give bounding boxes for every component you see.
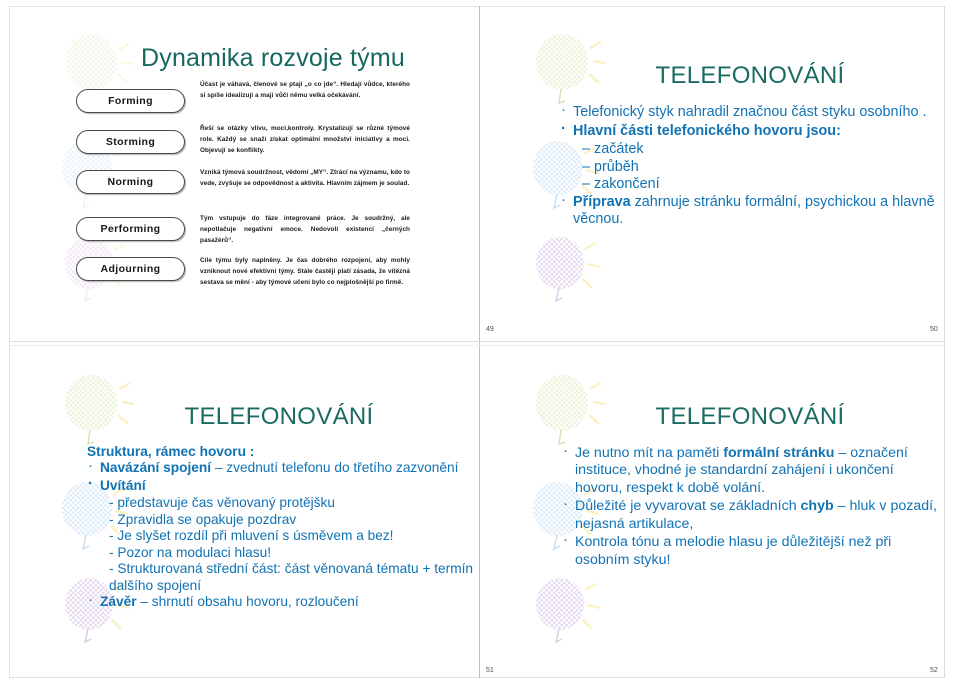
stage-desc-performing: Tým vstupuje do fáze integrované práce. …: [200, 215, 410, 245]
bullet-item: Kontrola tónu a melodie hlasu je důležit…: [562, 531, 944, 569]
bullet-item: Důležité je vyvarovat se základních chyb…: [562, 495, 944, 533]
sub-item: - Je slyšet rozdíl při mluvení s úsměvem…: [109, 528, 394, 544]
bullet-bold-lead: Příprava: [573, 193, 631, 210]
stage-box-storming[interactable]: Storming: [76, 130, 185, 154]
stage-desc-adjourning: Cíle týmu byly naplněny. Je čas dobrého …: [200, 257, 410, 287]
stage-desc-storming: Řeší se otázky vlivu, moci,kontroly. Kry…: [200, 125, 410, 155]
stage-box-norming[interactable]: Norming: [76, 170, 185, 194]
section-label: Struktura, rámec hovoru :: [87, 444, 255, 459]
bullet-item: Příprava zahrnuje stránku formální, psyc…: [560, 191, 938, 229]
bullet-item: Navázání spojení – zvednutí telefonu do …: [87, 457, 477, 476]
stage-box-adjourning[interactable]: Adjourning: [76, 257, 185, 281]
slide-49[interactable]: Dynamika rozvoje týmu Forming Účast je v…: [9, 6, 479, 341]
bullet-rest: – shrnutí obsahu hovoru, rozloučení: [136, 593, 359, 609]
bullet-item: Je nutno mít na paměti formální stránku …: [562, 442, 944, 497]
slide-52-title: TELEFONOVÁNÍ: [655, 403, 845, 430]
slide-52[interactable]: TELEFONOVÁNÍ Je nutno mít na paměti form…: [480, 347, 950, 682]
page-number-52: 52: [930, 667, 938, 674]
bullet-bold-mid: chyb: [800, 498, 834, 515]
bullet-item: Telefonický styk nahradil značnou část s…: [560, 101, 938, 122]
bullet-bold-lead: Navázání spojení: [100, 460, 212, 476]
page-number-51: 51: [486, 667, 494, 674]
slide-50-body: Telefonický styk nahradil značnou část s…: [560, 101, 938, 230]
slide-49-title: Dynamika rozvoje týmu: [140, 44, 405, 72]
slide-52-body: Je nutno mít na paměti formální stránku …: [562, 442, 944, 570]
bullet-bold-mid: formální stránku: [723, 445, 835, 461]
page-number-50: 50: [930, 326, 938, 333]
slide-50[interactable]: TELEFONOVÁNÍ Telefonický styk nahradil z…: [480, 6, 950, 341]
sub-item: – zakončení: [582, 176, 660, 193]
bullet-rest: – zvednutí telefonu do třetího zazvonění: [211, 460, 459, 476]
stage-desc-norming: Vzniká týmová soudržnost, vědomí „MY“. Z…: [200, 169, 410, 188]
sub-item: - představuje čas věnovaný protějšku: [109, 495, 335, 511]
page-number-49: 49: [486, 326, 494, 333]
sub-item: - Pozor na modulaci hlasu!: [109, 544, 272, 560]
slide-grid-horizontal-divider-shadow: [9, 345, 945, 346]
stage-box-performing[interactable]: Performing: [76, 217, 185, 241]
slide-50-title: TELEFONOVÁNÍ: [655, 62, 845, 89]
bullet-lead: Důležité je vyvarovat se základních: [575, 498, 801, 515]
bullet-lead: Je nutno mít na paměti: [575, 445, 724, 461]
sub-item: – začátek: [582, 141, 644, 158]
sub-item: – průběh: [582, 158, 639, 175]
handout-page: Dynamika rozvoje týmu Forming Účast je v…: [0, 0, 960, 684]
sub-item-wrapped: - Strukturovaná střední část: část věnov…: [109, 561, 474, 593]
bullet-item: Uvítání: [87, 475, 477, 494]
sub-item: - Zpravidla se opakuje pozdrav: [109, 511, 297, 527]
stage-desc-forming: Účast je váhavá, členové se ptají „o co …: [200, 81, 410, 100]
slide-51-body: Struktura, rámec hovoru : Navázání spoje…: [87, 444, 477, 611]
slide-51-title: TELEFONOVÁNÍ: [184, 403, 374, 430]
bullet-bold-lead: Závěr: [100, 593, 137, 609]
slide-51[interactable]: TELEFONOVÁNÍ Struktura, rámec hovoru : N…: [9, 347, 479, 682]
slide-grid-horizontal-divider: [9, 341, 945, 342]
stage-box-forming[interactable]: Forming: [76, 89, 185, 113]
bullet-item: Závěr – shrnutí obsahu hovoru, rozloučen…: [87, 591, 477, 610]
bullet-item: Hlavní části telefonického hovoru jsou:: [560, 120, 938, 141]
